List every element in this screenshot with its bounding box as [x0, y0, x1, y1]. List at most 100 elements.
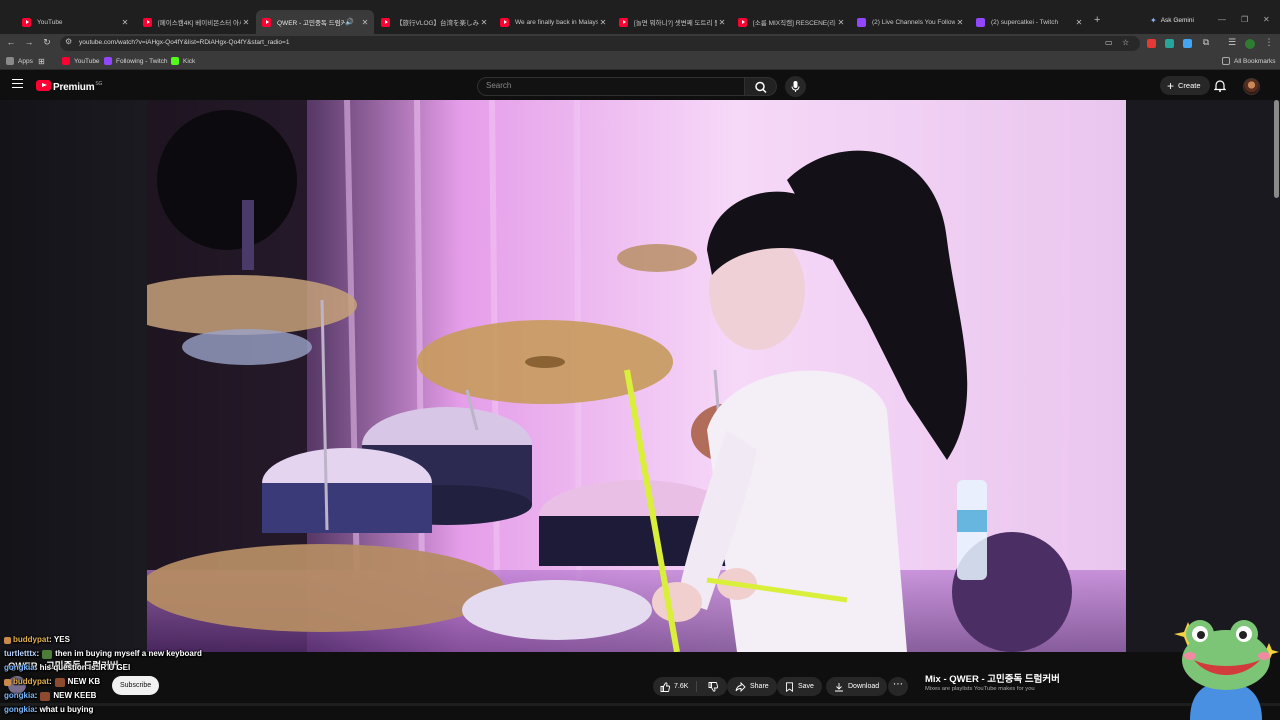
profile-icon[interactable]	[1245, 39, 1255, 49]
tab-title: 【旅行VLOG】台湾を楽しみまくり	[396, 20, 479, 27]
bookmark-apps[interactable]: Apps	[6, 57, 33, 65]
bookmark-star-icon[interactable]: ☆	[1122, 38, 1129, 47]
close-tab-icon[interactable]: ✕	[479, 18, 489, 27]
search-box	[477, 77, 745, 96]
like-button[interactable]: 7.6K	[653, 681, 698, 692]
mix-playlist-subtitle: Mixes are playlists YouTube makes for yo…	[925, 686, 1035, 692]
create-label: Create	[1178, 81, 1201, 90]
close-tab-icon[interactable]: ✕	[360, 18, 370, 27]
chat-text: what u buying	[39, 705, 94, 714]
tab-taiwan-vlog[interactable]: 【旅行VLOG】台湾を楽しみまくり ✕	[375, 12, 493, 32]
download-label: Download	[848, 683, 880, 690]
tab-title: (2) Live Channels You Follow - T	[872, 18, 955, 26]
page-scrollbar[interactable]	[1274, 100, 1279, 198]
like-dislike-group: 7.6K	[653, 677, 728, 696]
browser-menu-icon[interactable]: ⋮	[1263, 37, 1275, 48]
chat-message: gongkia: his question is: R U GEI	[4, 661, 264, 675]
youtube-icon	[381, 17, 390, 27]
youtube-masthead: PremiumSG + Create	[0, 71, 1280, 100]
address-bar[interactable]: ⚙ youtube.com/watch?v=iAHgx-Qo4fY&list=R…	[60, 36, 1140, 51]
bookmark-icon	[786, 681, 793, 692]
like-count: 7.6K	[674, 683, 689, 690]
notifications-bell-icon[interactable]	[1214, 79, 1226, 92]
tab-title: [페이스캠4K] 베이비몬스터 아사	[158, 20, 241, 27]
tab-rescene[interactable]: [소름 MIX직캠] RESCENE(리센 ✕	[732, 12, 850, 32]
player-side-panel	[1126, 100, 1280, 652]
close-tab-icon[interactable]: ✕	[241, 18, 251, 27]
youtube-logo-icon[interactable]	[36, 80, 51, 91]
tab-title: YouTube	[37, 18, 63, 26]
download-button[interactable]: Download	[826, 677, 888, 696]
video-frame	[147, 100, 1126, 652]
youtube-icon	[500, 17, 509, 27]
tab-qwer-active[interactable]: QWER - 고민중독 드럼커버 🔊 ✕	[256, 10, 374, 34]
tab-babymonster[interactable]: [페이스캠4K] 베이비몬스터 아사 ✕	[137, 12, 255, 32]
chat-message: turtletttx: then im buying myself a new …	[4, 647, 264, 661]
search-button[interactable]	[745, 77, 777, 96]
youtube-icon	[22, 17, 31, 27]
plus-icon: +	[1167, 78, 1175, 93]
twitch-icon	[104, 57, 112, 65]
extension-icon[interactable]	[1183, 39, 1192, 48]
chat-text: then im buying myself a new keyboard	[55, 649, 202, 658]
video-player[interactable]	[147, 100, 1126, 652]
close-tab-icon[interactable]: ✕	[1074, 18, 1084, 27]
close-tab-icon[interactable]: ✕	[836, 18, 846, 27]
search-input[interactable]	[486, 81, 736, 90]
mix-playlist-title[interactable]: Mix - QWER - 고민중독 드럼커버	[925, 671, 1060, 685]
all-bookmarks[interactable]: All Bookmarks	[1222, 57, 1276, 65]
tab-supercatkei[interactable]: (2) supercatkei - Twitch ✕	[970, 12, 1088, 32]
tab-youtube[interactable]: YouTube ✕	[16, 12, 134, 32]
bookmark-youtube[interactable]: YouTube	[62, 57, 100, 65]
site-info-icon[interactable]: ⚙	[65, 37, 72, 46]
close-tab-icon[interactable]: ✕	[598, 18, 608, 27]
tab-title: QWER - 고민중독 드럼커버	[277, 20, 346, 27]
forward-icon[interactable]: →	[23, 37, 35, 47]
bookmark-twitch-following[interactable]: Following - Twitch	[104, 57, 168, 65]
account-avatar[interactable]	[1243, 78, 1260, 95]
chat-emote-icon	[40, 691, 51, 701]
cast-icon[interactable]: ▭	[1105, 38, 1113, 47]
tab-groups-icon[interactable]: ⊞	[38, 57, 45, 66]
reload-icon[interactable]: ↻	[41, 37, 53, 48]
speaker-icon[interactable]: 🔊	[345, 18, 354, 26]
more-actions-icon[interactable]: ⋯	[888, 677, 908, 696]
screen: YouTube ✕ [페이스캠4K] 베이비몬스터 아사 ✕ QWER - 고민…	[0, 0, 1280, 720]
menu-hamburger-icon[interactable]	[12, 79, 23, 88]
create-button[interactable]: + Create	[1160, 76, 1210, 95]
back-icon[interactable]: ←	[5, 37, 17, 47]
youtube-premium-brand[interactable]: PremiumSG	[53, 81, 102, 93]
new-tab-icon[interactable]: +	[1094, 14, 1100, 26]
tab-twitch-following[interactable]: (2) Live Channels You Follow - T ✕	[851, 12, 969, 32]
bookmark-label: Following - Twitch	[116, 57, 168, 65]
voice-search-button[interactable]	[785, 76, 806, 97]
chat-message: gongkia: what u buying	[4, 703, 264, 717]
share-button[interactable]: Share	[727, 677, 777, 696]
chat-emote-icon	[54, 677, 65, 687]
extensions-puzzle-icon[interactable]: ⧉	[1200, 37, 1212, 48]
url-text[interactable]: youtube.com/watch?v=iAHgx-Qo4fY&list=RDi…	[79, 39, 289, 46]
share-icon	[735, 681, 746, 692]
bookmark-kick[interactable]: Kick	[171, 57, 195, 65]
close-tab-icon[interactable]: ✕	[955, 18, 965, 27]
extension-icon[interactable]	[1165, 39, 1174, 48]
minimize-icon[interactable]: —	[1218, 15, 1226, 24]
youtube-icon	[62, 57, 70, 65]
tab-hangout[interactable]: [놀면 뭐하니?] 셋변째 도트리 돌 ✕	[613, 12, 731, 32]
maximize-icon[interactable]: ❐	[1241, 15, 1248, 24]
microphone-icon	[791, 81, 800, 92]
chat-username: buddypat	[13, 635, 49, 644]
ask-gemini-button[interactable]: ✦ Ask Gemini	[1150, 16, 1194, 25]
dislike-button[interactable]	[701, 681, 727, 692]
save-button[interactable]: Save	[777, 677, 822, 696]
tab-search-icon[interactable]: ☰	[1226, 37, 1238, 48]
stream-chat-overlay: buddypat: YES turtletttx: then im buying…	[4, 633, 264, 717]
window-close-icon[interactable]: ✕	[1263, 15, 1270, 24]
extension-icon[interactable]	[1147, 39, 1156, 48]
close-tab-icon[interactable]: ✕	[717, 18, 727, 27]
chat-badge-icon	[4, 636, 11, 644]
close-tab-icon[interactable]: ✕	[120, 18, 130, 27]
tab-malaysia[interactable]: We are finally back in Malaysia ✕	[494, 12, 612, 32]
browser-toolbar: ← → ↻ ⚙ youtube.com/watch?v=iAHgx-Qo4fY&…	[0, 34, 1280, 53]
tab-title: We are finally back in Malaysia	[515, 18, 598, 26]
